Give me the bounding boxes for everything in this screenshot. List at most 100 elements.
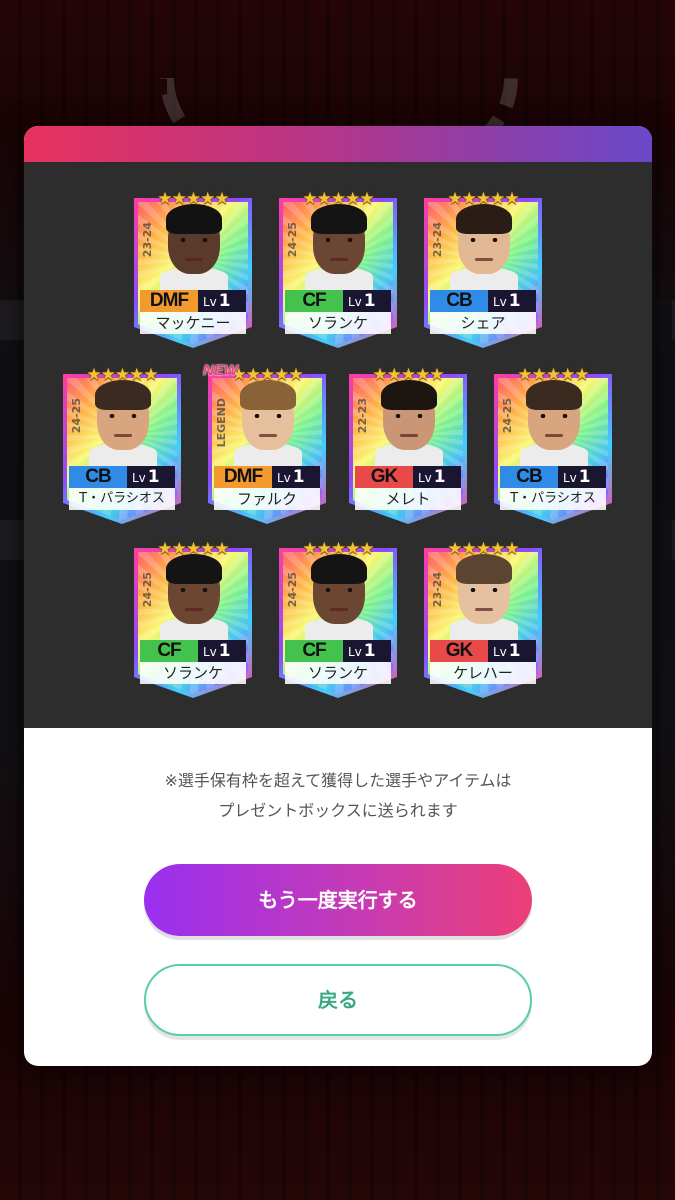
card-season: 23-24: [141, 222, 154, 258]
level-label: Lv: [418, 471, 432, 485]
position-badge: CF: [285, 640, 343, 662]
player-name: T・パラシオス: [69, 488, 175, 510]
level-value: 1: [363, 641, 376, 661]
level-label: Lv: [563, 471, 577, 485]
player-mouth: [185, 258, 203, 261]
position-level-bar: DMF Lv 1: [214, 466, 320, 488]
level-value: 1: [508, 641, 521, 661]
player-name: ソランケ: [285, 662, 391, 684]
level-badge: Lv 1: [413, 466, 461, 488]
player-eyes: [540, 414, 568, 418]
card-season: 24-25: [286, 572, 299, 608]
level-badge: Lv 1: [488, 640, 536, 662]
player-eyes: [254, 414, 282, 418]
level-label: Lv: [493, 295, 507, 309]
position-badge: CF: [285, 290, 343, 312]
card-season: 24-25: [286, 222, 299, 258]
player-card[interactable]: 24-25 ★★★★★ CB Lv 1 T・パラシオス: [494, 365, 612, 524]
player-name: マッケニー: [140, 312, 246, 334]
star-rating-icon: ★★★★★: [86, 365, 158, 385]
player-name: ケレハー: [430, 662, 536, 684]
position-badge: DMF: [214, 466, 272, 488]
player-card[interactable]: 23-24 ★★★★★ DMF Lv 1 マッケニー: [134, 189, 252, 348]
player-mouth: [185, 608, 203, 611]
player-eyes: [470, 588, 498, 592]
card-season: 22-23: [356, 398, 369, 434]
position-level-bar: CB Lv 1: [430, 290, 536, 312]
player-card[interactable]: LEGEND ★★★★★ DMF Lv 1 ファルク: [208, 365, 326, 524]
player-card[interactable]: 23-24 ★★★★★ CB Lv 1 シェア: [424, 189, 542, 348]
player-card[interactable]: 22-23 ★★★★★ GK Lv 1 メレト: [349, 365, 467, 524]
notice-text: ※選手保有枠を超えて獲得した選手やアイテムは プレゼントボックスに送られます: [24, 766, 652, 826]
star-rating-icon: ★★★★★: [517, 365, 589, 385]
star-rating-icon: ★★★★★: [157, 539, 229, 559]
player-mouth: [475, 258, 493, 261]
card-season: 24-25: [141, 572, 154, 608]
level-badge: Lv 1: [272, 466, 320, 488]
modal-header-gradient: [24, 126, 652, 162]
player-mouth: [114, 434, 132, 437]
player-card[interactable]: 23-24 ★★★★★ GK Lv 1 ケレハー: [424, 539, 542, 698]
card-season: 23-24: [431, 222, 444, 258]
position-badge: GK: [355, 466, 413, 488]
position-level-bar: GK Lv 1: [430, 640, 536, 662]
new-badge: NEW: [203, 362, 238, 379]
star-rating-icon: ★★★★★: [447, 539, 519, 559]
player-mouth: [259, 434, 277, 437]
player-eyes: [180, 238, 208, 242]
position-level-bar: CF Lv 1: [285, 640, 391, 662]
notice-line-2: プレゼントボックスに送られます: [218, 801, 458, 820]
position-badge: CB: [69, 466, 127, 488]
player-card[interactable]: 24-25 ★★★★★ CF Lv 1 ソランケ: [134, 539, 252, 698]
player-eyes: [325, 238, 353, 242]
level-value: 1: [433, 467, 446, 487]
retry-button[interactable]: もう一度実行する: [144, 864, 532, 936]
position-level-bar: CB Lv 1: [500, 466, 606, 488]
player-name: T・パラシオス: [500, 488, 606, 510]
player-name: メレト: [355, 488, 461, 510]
level-value: 1: [578, 467, 591, 487]
position-level-bar: CF Lv 1: [140, 640, 246, 662]
position-level-bar: CB Lv 1: [69, 466, 175, 488]
level-label: Lv: [203, 645, 217, 659]
player-card[interactable]: 24-25 ★★★★★ CB Lv 1 T・パラシオス: [63, 365, 181, 524]
position-badge: DMF: [140, 290, 198, 312]
player-mouth: [330, 258, 348, 261]
position-badge: GK: [430, 640, 488, 662]
level-label: Lv: [277, 471, 291, 485]
level-badge: Lv 1: [343, 290, 391, 312]
level-value: 1: [218, 291, 231, 311]
position-level-bar: GK Lv 1: [355, 466, 461, 488]
star-rating-icon: ★★★★★: [157, 189, 229, 209]
level-badge: Lv 1: [127, 466, 175, 488]
player-mouth: [400, 434, 418, 437]
player-name: ソランケ: [140, 662, 246, 684]
level-value: 1: [508, 291, 521, 311]
card-season: 23-24: [431, 572, 444, 608]
player-eyes: [325, 588, 353, 592]
level-label: Lv: [493, 645, 507, 659]
level-label: Lv: [348, 295, 362, 309]
level-badge: Lv 1: [488, 290, 536, 312]
level-label: Lv: [203, 295, 217, 309]
card-season: 24-25: [70, 398, 83, 434]
back-button[interactable]: 戻る: [144, 964, 532, 1036]
star-rating-icon: ★★★★★: [447, 189, 519, 209]
player-name: ファルク: [214, 488, 320, 510]
level-value: 1: [292, 467, 305, 487]
player-eyes: [395, 414, 423, 418]
card-season: LEGEND: [215, 398, 228, 448]
level-badge: Lv 1: [558, 466, 606, 488]
player-mouth: [330, 608, 348, 611]
position-badge: CB: [500, 466, 558, 488]
card-season: 24-25: [501, 398, 514, 434]
player-card[interactable]: 24-25 ★★★★★ CF Lv 1 ソランケ: [279, 539, 397, 698]
player-mouth: [545, 434, 563, 437]
level-badge: Lv 1: [343, 640, 391, 662]
player-eyes: [470, 238, 498, 242]
level-value: 1: [147, 467, 160, 487]
level-value: 1: [363, 291, 376, 311]
player-name: ソランケ: [285, 312, 391, 334]
player-card[interactable]: 24-25 ★★★★★ CF Lv 1 ソランケ: [279, 189, 397, 348]
player-name: シェア: [430, 312, 536, 334]
